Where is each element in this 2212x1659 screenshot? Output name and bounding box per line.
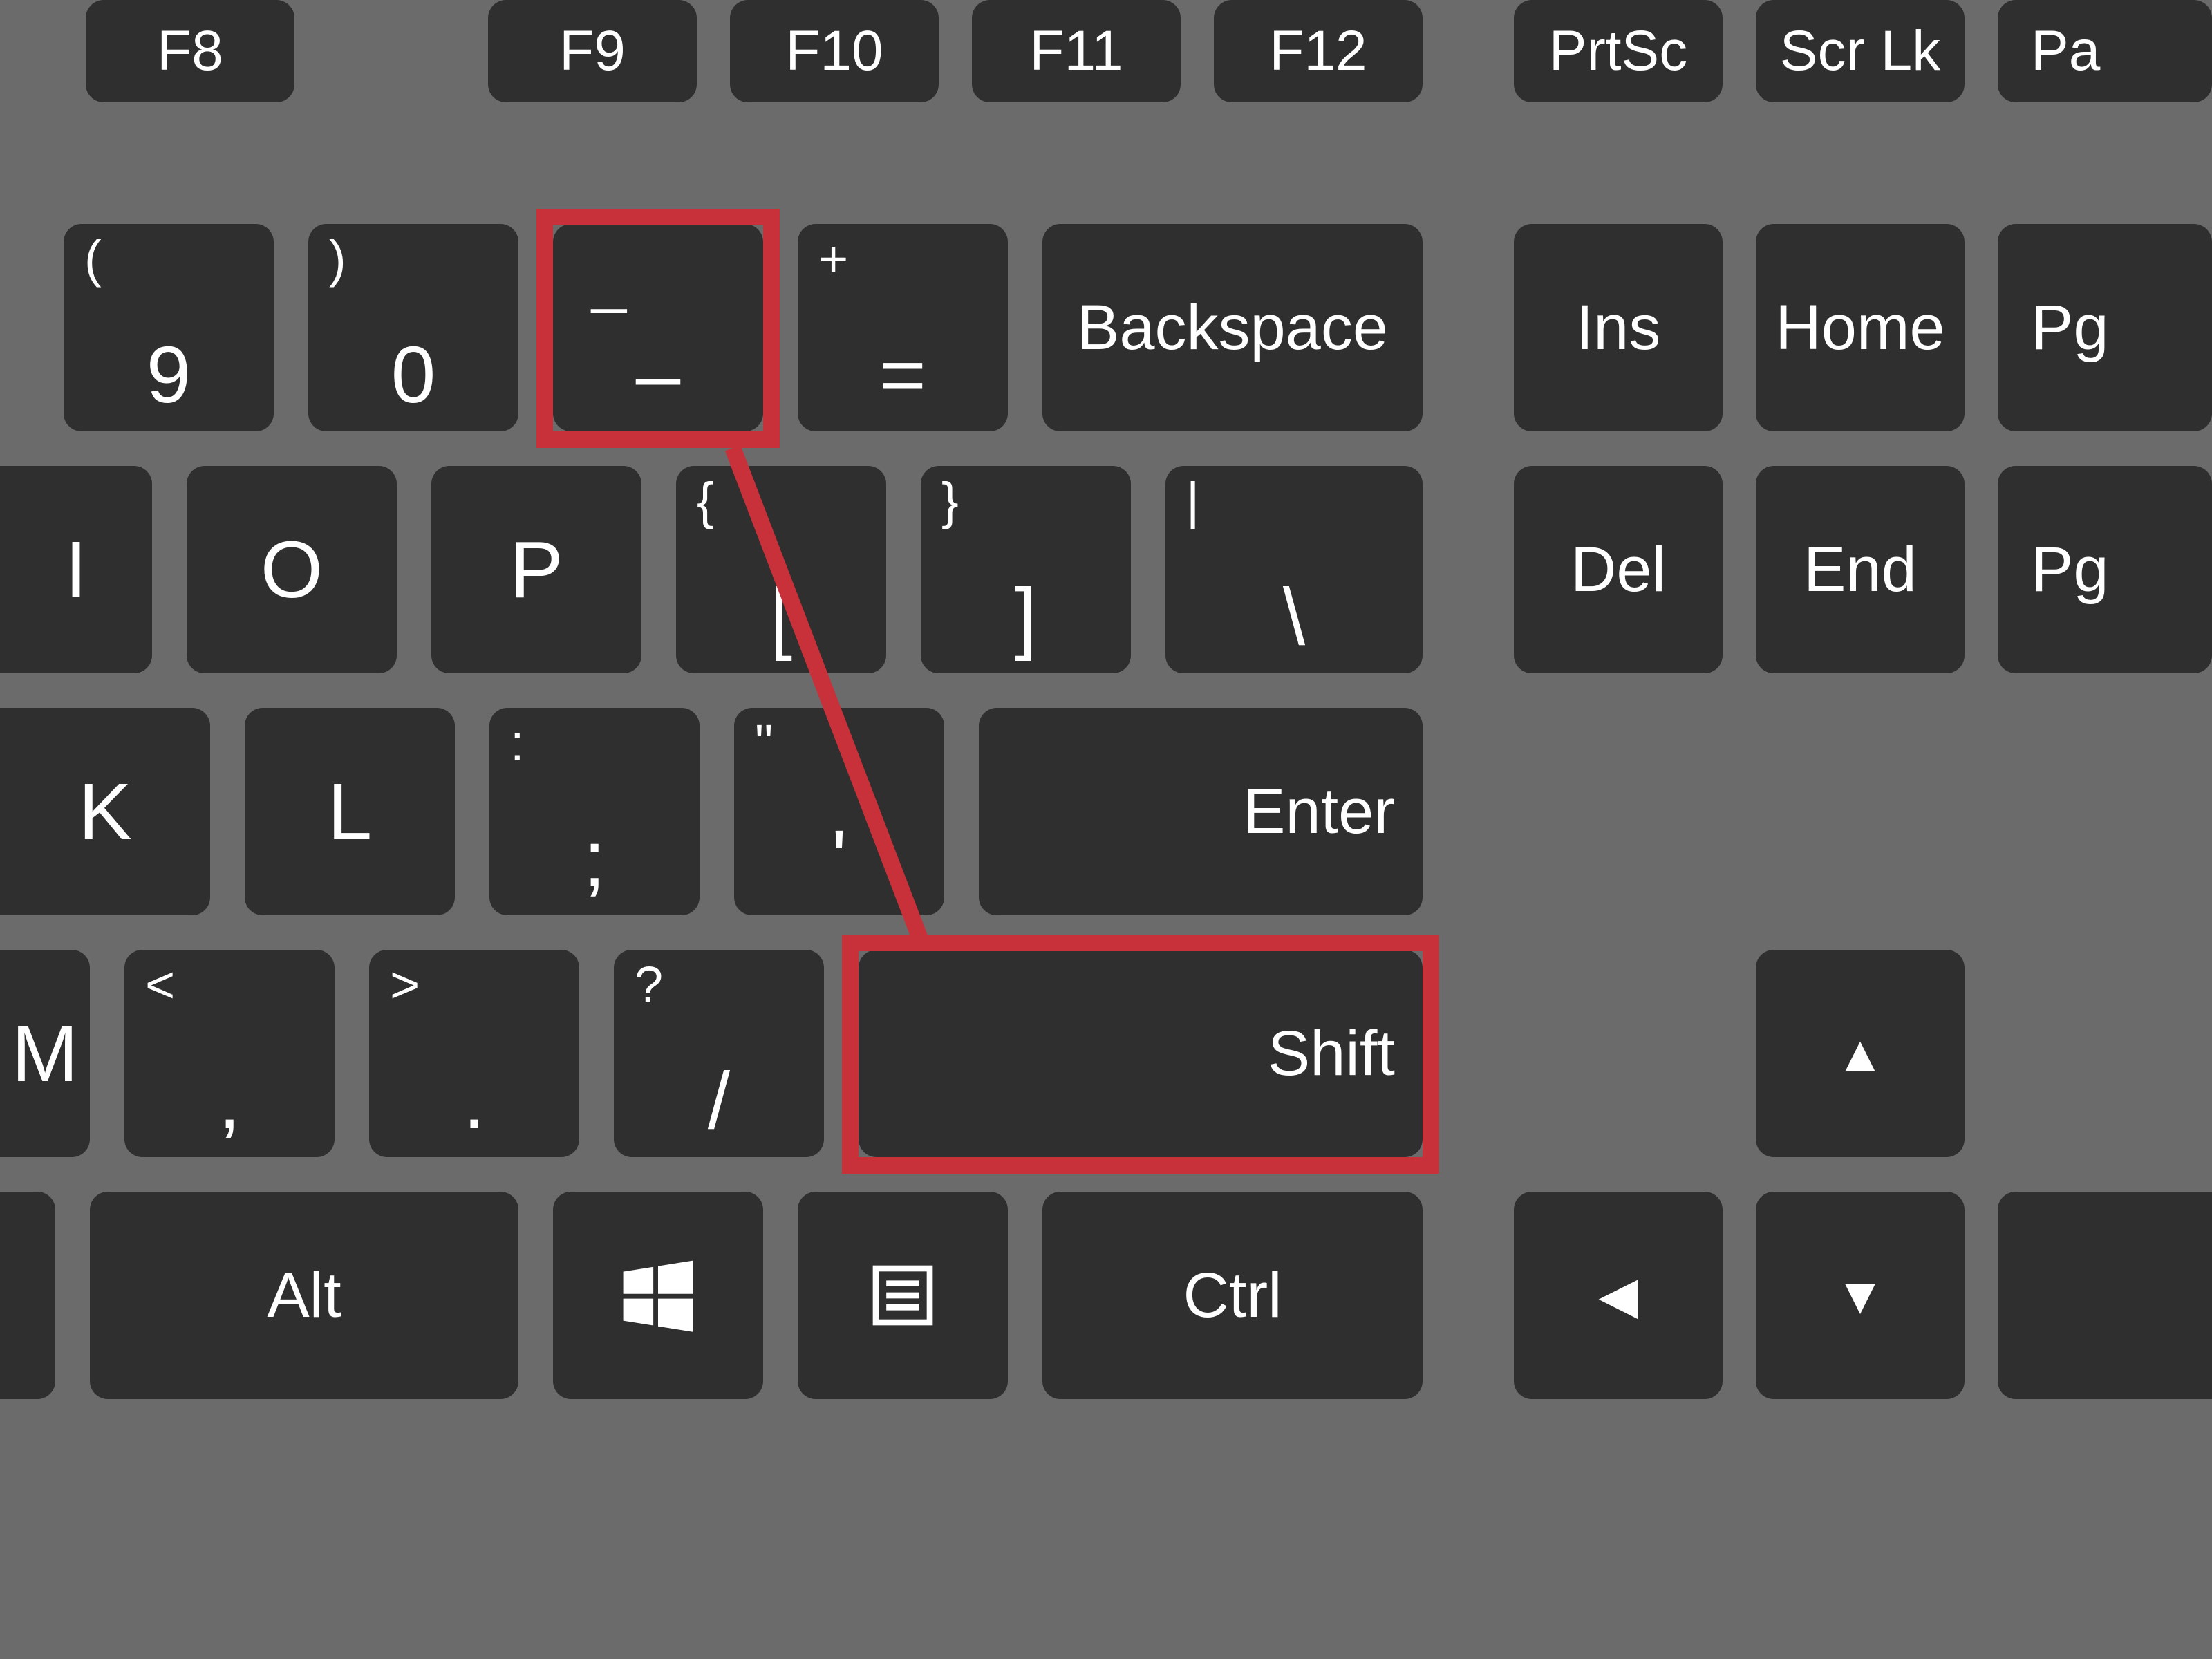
key-main-label: 0: [308, 335, 518, 415]
key-comma[interactable]: < ,: [124, 950, 335, 1157]
key-p[interactable]: P: [431, 466, 641, 673]
key-backslash[interactable]: | \: [1165, 466, 1423, 673]
key-label: P: [431, 466, 641, 673]
key-prtsc[interactable]: PrtSc: [1514, 0, 1723, 102]
key-delete[interactable]: Del: [1514, 466, 1723, 673]
windows-icon: [553, 1192, 763, 1399]
key-menu[interactable]: [798, 1192, 1008, 1399]
key-arrow-up[interactable]: ▲: [1756, 950, 1965, 1157]
key-secondary-label: }: [941, 476, 959, 527]
key-label: F10: [730, 0, 939, 102]
key-enter[interactable]: Enter: [979, 708, 1423, 915]
key-main-label: ,: [124, 1060, 335, 1141]
key-f8[interactable]: F8: [86, 0, 294, 102]
key-secondary-label: {: [697, 476, 714, 527]
key-equals[interactable]: + =: [798, 224, 1008, 431]
key-label: Del: [1514, 466, 1723, 673]
arrow-down-icon: ▼: [1756, 1192, 1965, 1399]
key-main-label: ': [734, 818, 944, 899]
key-label: Backspace: [1042, 224, 1423, 431]
key-main-label: ]: [921, 577, 1131, 657]
highlight-shift-key: [842, 935, 1439, 1174]
key-secondary-label: ): [329, 234, 346, 285]
keyboard-diagram: F8 F9 F10 F11 F12 PrtSc Scr Lk Pa ( 9 ) …: [0, 0, 2212, 1659]
key-insert[interactable]: Ins: [1514, 224, 1723, 431]
key-label: Pa: [1998, 0, 2212, 102]
key-label: Ins: [1514, 224, 1723, 431]
key-label: F9: [488, 0, 697, 102]
key-label: PrtSc: [1514, 0, 1723, 102]
key-main-label: ;: [489, 818, 700, 899]
key-secondary-label: +: [818, 234, 848, 285]
key-scrlk[interactable]: Scr Lk: [1756, 0, 1965, 102]
key-9[interactable]: ( 9: [64, 224, 274, 431]
arrow-up-icon: ▲: [1756, 950, 1965, 1157]
key-alt[interactable]: Alt: [90, 1192, 518, 1399]
key-label: L: [245, 708, 455, 915]
key-backspace[interactable]: Backspace: [1042, 224, 1423, 431]
key-end[interactable]: End: [1756, 466, 1965, 673]
key-o[interactable]: O: [187, 466, 397, 673]
key-space-or-blank-left[interactable]: [0, 1192, 55, 1399]
key-home[interactable]: Home: [1756, 224, 1965, 431]
key-l[interactable]: L: [245, 708, 455, 915]
key-label: I: [0, 466, 152, 673]
menu-icon: [798, 1192, 1008, 1399]
key-slash[interactable]: ? /: [614, 950, 824, 1157]
key-windows[interactable]: [553, 1192, 763, 1399]
key-f10[interactable]: F10: [730, 0, 939, 102]
key-pgup[interactable]: Pg: [1998, 224, 2212, 431]
key-right-bracket[interactable]: } ]: [921, 466, 1131, 673]
key-main-label: 9: [64, 335, 274, 415]
key-f11[interactable]: F11: [972, 0, 1181, 102]
key-label: M: [0, 950, 90, 1157]
highlight-minus-key: [536, 209, 780, 448]
key-secondary-label: :: [510, 718, 525, 769]
key-arrow-left[interactable]: ◀: [1514, 1192, 1723, 1399]
key-label: Home: [1756, 224, 1965, 431]
key-secondary-label: |: [1186, 476, 1199, 527]
key-arrow-down[interactable]: ▼: [1756, 1192, 1965, 1399]
key-label: O: [187, 466, 397, 673]
key-label: End: [1756, 466, 1965, 673]
key-label: Ctrl: [1042, 1192, 1423, 1399]
key-main-label: \: [1165, 577, 1423, 657]
key-label: F8: [86, 0, 294, 102]
key-label: F12: [1214, 0, 1423, 102]
key-secondary-label: ?: [635, 959, 663, 1011]
key-f12[interactable]: F12: [1214, 0, 1423, 102]
key-k[interactable]: K: [0, 708, 210, 915]
key-period[interactable]: > .: [369, 950, 579, 1157]
key-main-label: .: [369, 1060, 579, 1141]
key-secondary-label: ": [755, 718, 773, 769]
key-label: K: [0, 708, 210, 915]
key-label: Scr Lk: [1756, 0, 1965, 102]
key-label: Alt: [90, 1192, 518, 1399]
key-secondary-label: <: [145, 959, 175, 1011]
key-m[interactable]: M: [0, 950, 90, 1157]
key-label: Pg: [1998, 466, 2212, 673]
key-label: F11: [972, 0, 1181, 102]
key-i[interactable]: I: [0, 466, 152, 673]
key-main-label: =: [798, 335, 1008, 415]
key-arrow-right-partial[interactable]: [1998, 1192, 2212, 1399]
key-label: Pg: [1998, 224, 2212, 431]
key-secondary-label: (: [84, 234, 102, 285]
arrow-left-icon: ◀: [1514, 1192, 1723, 1399]
key-pgdn[interactable]: Pg: [1998, 466, 2212, 673]
key-label: Enter: [1243, 708, 1395, 915]
key-ctrl[interactable]: Ctrl: [1042, 1192, 1423, 1399]
key-0[interactable]: ) 0: [308, 224, 518, 431]
key-main-label: /: [614, 1060, 824, 1141]
key-secondary-label: >: [390, 959, 420, 1011]
key-pause[interactable]: Pa: [1998, 0, 2212, 102]
key-semicolon[interactable]: : ;: [489, 708, 700, 915]
key-f9[interactable]: F9: [488, 0, 697, 102]
